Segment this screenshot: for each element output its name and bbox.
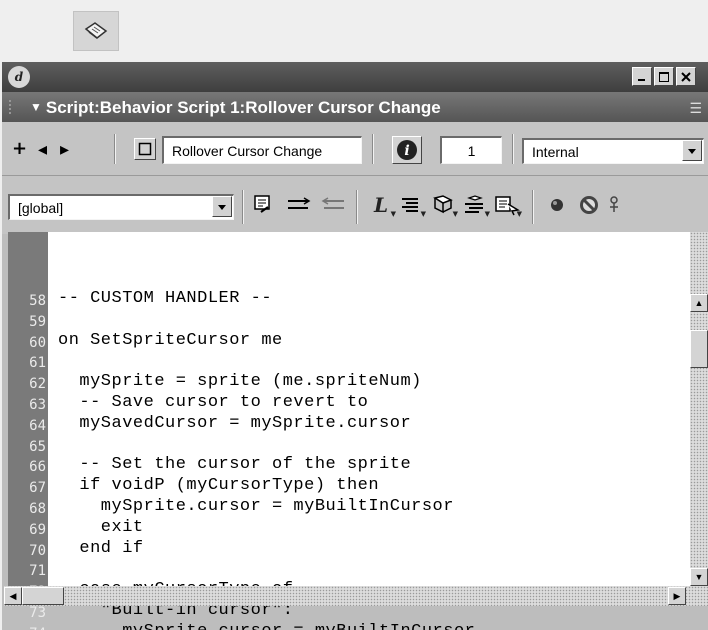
horizontal-scrollbar[interactable]: ◀ ▶ — [4, 586, 708, 606]
line-number: 63 — [29, 397, 46, 413]
line-number-gutter: 5859606162636465666768697071727374 — [8, 232, 48, 630]
maximize-button[interactable] — [654, 67, 674, 86]
script-toolbar: + ◂ ▸ Rollover Cursor Change i 1 Interna… — [2, 122, 708, 176]
collapse-triangle-icon[interactable]: ▼ — [30, 100, 42, 114]
code-line[interactable]: exit — [58, 517, 144, 539]
scroll-left-button[interactable]: ◀ — [4, 587, 22, 605]
horizontal-scroll-thumb[interactable] — [22, 587, 64, 605]
panel-title[interactable]: ▼ Script:Behavior Script 1:Rollover Curso… — [30, 98, 441, 118]
separator — [512, 134, 514, 164]
top-strip — [0, 0, 708, 62]
toggle-breakpoint-icon[interactable] — [542, 192, 572, 218]
code-line[interactable]: -- Set the cursor of the sprite — [58, 454, 411, 476]
comment-icon[interactable] — [284, 192, 314, 218]
code-line[interactable]: if voidP (myCursorType) then — [58, 475, 379, 497]
separator — [114, 134, 116, 164]
code-line[interactable]: on SetSpriteCursor me — [58, 330, 283, 352]
lingo-toolbar: [global] L ▼ ▼ ▼ ▼ ▼ — [2, 176, 708, 234]
code-line[interactable]: -- CUSTOM HANDLER -- — [58, 288, 272, 310]
handler-scope-value: [global] — [18, 199, 64, 216]
window-titlebar: d — [2, 62, 708, 92]
info-icon: i — [404, 143, 409, 159]
line-number: 70 — [29, 542, 46, 559]
separator — [372, 134, 374, 164]
handler-scope-select[interactable]: [global] — [8, 194, 234, 220]
scroll-up-button[interactable]: ▲ — [690, 294, 708, 312]
next-cast-member-button[interactable]: ▸ — [60, 139, 69, 160]
uncomment-icon[interactable] — [318, 192, 348, 218]
line-number: 71 — [29, 563, 46, 580]
scripting-xtras-icon[interactable]: ▼ — [428, 192, 458, 218]
ignore-breakpoints-icon[interactable] — [574, 192, 604, 218]
code-line[interactable]: mySprite.cursor = myBuiltInCursor — [58, 621, 475, 630]
scroll-down-button[interactable]: ▼ — [690, 568, 708, 586]
categorized-lingo-icon[interactable]: ▼ — [396, 192, 426, 218]
code-line[interactable]: mySprite.cursor = myBuiltInCursor — [58, 496, 454, 518]
line-number: 64 — [29, 417, 46, 434]
panel-header[interactable]: ▼ Script:Behavior Script 1:Rollover Curso… — [2, 92, 708, 122]
previous-cast-member-button[interactable]: ◂ — [38, 139, 47, 160]
line-number: 60 — [29, 334, 46, 351]
vertical-scrollbar[interactable]: ▲ ▼ — [690, 232, 708, 586]
cast-library-dropdown-button[interactable] — [682, 140, 702, 161]
behavior-inspector-icon[interactable] — [73, 11, 119, 51]
chevron-down-icon — [688, 148, 696, 154]
vertical-scroll-thumb[interactable] — [690, 330, 708, 368]
cast-member-icon[interactable] — [134, 138, 156, 160]
scroll-right-button[interactable]: ▶ — [668, 587, 686, 605]
scripting-objects-icon[interactable]: ▼ — [460, 192, 490, 218]
line-number: 62 — [29, 376, 46, 393]
script-window: d ▼ Script:Behavior Script 1:Rollover Cur… — [2, 62, 708, 630]
line-number: 58 — [29, 293, 46, 309]
watch-expression-icon[interactable] — [606, 192, 626, 218]
code-line[interactable]: mySavedCursor = mySprite.cursor — [58, 413, 411, 435]
code-line[interactable]: mySprite = sprite (me.spriteNum) — [58, 371, 422, 393]
separator — [242, 190, 244, 224]
director-logo-icon: d — [8, 66, 30, 88]
code-line[interactable]: end if — [58, 538, 144, 560]
chevron-down-icon — [218, 204, 226, 210]
script-editor[interactable]: 5859606162636465666768697071727374 -- CU… — [8, 232, 708, 630]
alphabetical-lingo-icon[interactable]: L ▼ — [366, 192, 396, 218]
3d-lingo-icon[interactable]: ▼ — [492, 192, 522, 218]
line-number: 59 — [29, 313, 46, 330]
panel-grip[interactable] — [8, 99, 12, 115]
go-to-handler-icon[interactable] — [250, 192, 280, 218]
separator — [532, 190, 534, 224]
cast-library-select[interactable]: Internal — [522, 138, 704, 164]
new-script-button[interactable]: + — [12, 138, 27, 159]
separator — [356, 190, 358, 224]
line-number: 73 — [29, 605, 46, 621]
line-number: 61 — [29, 355, 46, 372]
handler-scope-dropdown-button[interactable] — [212, 196, 232, 217]
line-number: 69 — [29, 521, 46, 538]
line-number: 68 — [29, 501, 46, 517]
info-button[interactable]: i — [392, 136, 422, 164]
panel-options-menu-icon[interactable]: ☰ — [689, 100, 702, 117]
cast-library-value: Internal — [532, 143, 579, 160]
close-button[interactable] — [676, 67, 696, 86]
line-number: 65 — [29, 438, 46, 455]
cast-member-name-field[interactable]: Rollover Cursor Change — [162, 136, 362, 164]
code-line[interactable]: -- Save cursor to revert to — [58, 392, 368, 414]
cast-number-field[interactable]: 1 — [440, 136, 502, 164]
line-number: 66 — [29, 459, 46, 476]
minimize-button[interactable] — [632, 67, 652, 86]
line-number: 67 — [29, 480, 46, 497]
